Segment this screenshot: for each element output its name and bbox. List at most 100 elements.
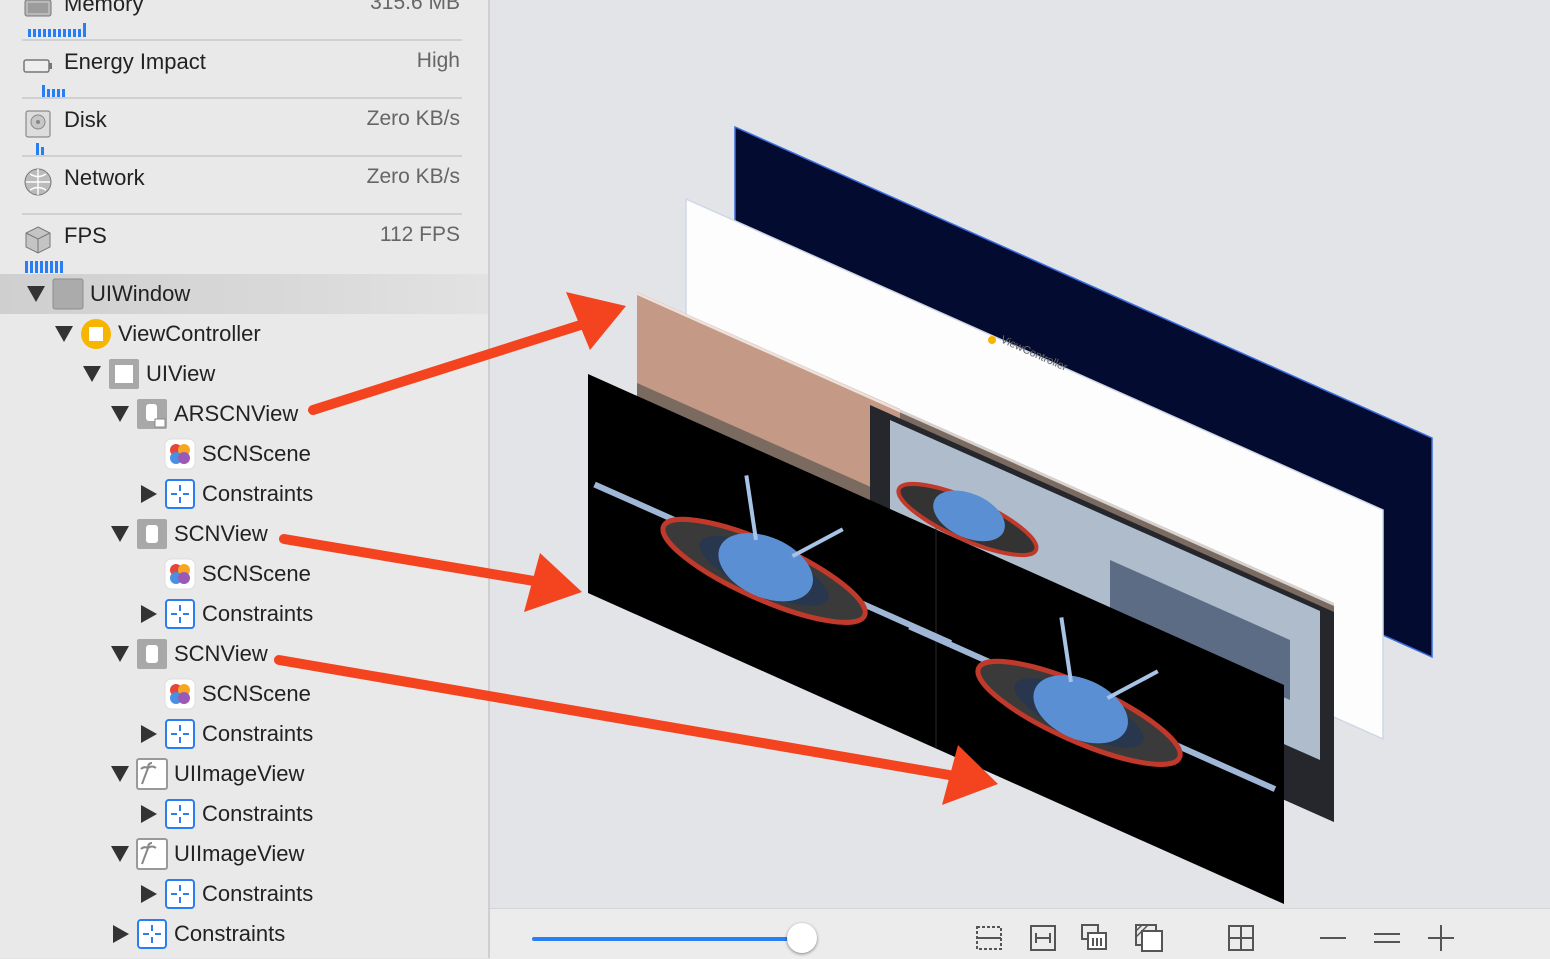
scnview-icon — [137, 519, 167, 549]
tree-label: SCNScene — [202, 681, 311, 706]
tree-label: Constraints — [202, 481, 314, 506]
disclosure-triangle[interactable] — [113, 925, 129, 943]
tree-row-scnscene[interactable]: SCNScene — [0, 434, 488, 474]
constraints-icon — [165, 799, 195, 829]
tree-label: Constraints — [202, 721, 314, 746]
gauge-value: Zero KB/s — [366, 165, 460, 188]
disk-icon — [25, 110, 51, 138]
gauge-bars — [36, 141, 44, 155]
scnscene-icon — [164, 438, 196, 470]
gauge-network[interactable]: Network Zero KB/s — [22, 157, 462, 215]
zoom-out-icon[interactable] — [1318, 923, 1348, 953]
gauge-bars — [25, 259, 63, 273]
disclosure-triangle[interactable] — [111, 846, 129, 862]
gauge-memory[interactable]: Memory 315.6 MB — [22, 0, 462, 41]
disclosure-triangle[interactable] — [55, 326, 73, 342]
gauge-label: Memory — [64, 0, 144, 16]
window-icon — [52, 278, 84, 310]
tree-row-constraints[interactable]: Constraints — [0, 594, 488, 634]
layer-spacing-icon[interactable] — [1080, 923, 1110, 953]
tree-label: UIImageView — [174, 841, 305, 866]
disclosure-triangle[interactable] — [111, 406, 129, 422]
disclosure-triangle[interactable] — [111, 766, 129, 782]
spacing-slider-track[interactable] — [532, 937, 790, 941]
tree-label: ARSCNView — [174, 401, 299, 426]
tree-row-constraints[interactable]: Constraints — [0, 794, 488, 834]
scnview-icon — [137, 639, 167, 669]
gauge-value: High — [416, 49, 460, 72]
tree-row-constraints[interactable]: Constraints — [0, 874, 488, 914]
gauge-energy[interactable]: Energy Impact High — [22, 41, 462, 99]
memory-chip-icon — [24, 0, 52, 17]
tree-row-uiview[interactable]: UIView — [0, 354, 488, 394]
actual-size-icon[interactable] — [1372, 923, 1402, 953]
tree-row-scnview[interactable]: SCNView — [0, 634, 488, 674]
wireframe-icon[interactable] — [1134, 923, 1164, 953]
show-constraints-icon[interactable] — [1028, 923, 1058, 953]
globe-icon — [24, 168, 52, 196]
view-debugger-canvas[interactable]: ViewController — [490, 0, 1550, 958]
gauge-label: Energy Impact — [64, 49, 206, 74]
constraints-icon — [137, 919, 167, 949]
tree-row-constraints[interactable]: Constraints — [0, 714, 488, 754]
gauge-fps[interactable]: FPS 112 FPS — [22, 215, 462, 273]
tree-row-constraints[interactable]: Constraints — [0, 914, 488, 954]
tree-label: UIWindow — [90, 281, 191, 306]
disclosure-triangle[interactable] — [141, 485, 157, 503]
grid-icon[interactable] — [1226, 923, 1256, 953]
tree-row-uiwindow[interactable]: UIWindow — [0, 274, 488, 314]
gauge-value: 315.6 MB — [370, 0, 460, 14]
tree-row-uiimageview[interactable]: UIImageView — [0, 754, 488, 794]
gauge-value: 112 FPS — [379, 223, 460, 246]
disclosure-triangle[interactable] — [27, 286, 45, 302]
cube-icon — [25, 226, 51, 254]
disclosure-triangle[interactable] — [141, 885, 157, 903]
constraints-icon — [165, 599, 195, 629]
disclosure-triangle[interactable] — [111, 646, 129, 662]
tree-label: Constraints — [174, 921, 286, 946]
disclosure-triangle[interactable] — [111, 526, 129, 542]
constraints-icon — [165, 479, 195, 509]
tree-label: Constraints — [202, 801, 314, 826]
gauge-bars — [42, 83, 65, 97]
disclosure-triangle[interactable] — [141, 725, 157, 743]
disclosure-triangle[interactable] — [141, 605, 157, 623]
tree-label: ViewController — [118, 321, 261, 346]
tree-row-scnscene[interactable]: SCNScene — [0, 554, 488, 594]
disclosure-triangle[interactable] — [141, 805, 157, 823]
tree-label: Constraints — [202, 601, 314, 626]
gauge-bars — [28, 23, 86, 37]
tree-row-scnscene[interactable]: SCNScene — [0, 674, 488, 714]
gauge-label: Disk — [64, 107, 107, 132]
scnscene-icon — [164, 678, 196, 710]
tree-row-constraints[interactable]: Constraints — [0, 474, 488, 514]
arscnview-icon — [137, 399, 167, 429]
tree-row-scnview[interactable]: SCNView — [0, 514, 488, 554]
scnscene-icon — [164, 558, 196, 590]
tree-label: UIView — [146, 361, 216, 386]
tree-row-viewcontroller[interactable]: ViewController — [0, 314, 488, 354]
gauge-label: Network — [64, 165, 145, 190]
tree-label: Constraints — [202, 881, 314, 906]
tree-row-uiimageview[interactable]: UIImageView — [0, 834, 488, 874]
canvas-toolbar — [490, 908, 1550, 959]
tree-label: SCNScene — [202, 561, 311, 586]
tree-label: SCNView — [174, 641, 268, 666]
view-icon — [109, 359, 139, 389]
constraints-icon — [165, 879, 195, 909]
gauge-value: Zero KB/s — [366, 107, 460, 130]
view-controller-icon — [988, 336, 996, 344]
clip-content-icon[interactable] — [974, 923, 1004, 953]
view-controller-icon — [81, 319, 111, 349]
battery-icon — [23, 59, 52, 73]
gauge-label: FPS — [64, 223, 107, 248]
tree-row-arscnview[interactable]: ARSCNView — [0, 394, 488, 434]
disclosure-triangle[interactable] — [83, 366, 101, 382]
tree-label: SCNScene — [202, 441, 311, 466]
gauge-disk[interactable]: Disk Zero KB/s — [22, 99, 462, 157]
image-view-icon — [136, 758, 168, 790]
tree-label: SCNView — [174, 521, 268, 546]
tree-label: UIImageView — [174, 761, 305, 786]
zoom-in-icon[interactable] — [1426, 923, 1456, 953]
spacing-slider-knob[interactable] — [786, 923, 817, 953]
